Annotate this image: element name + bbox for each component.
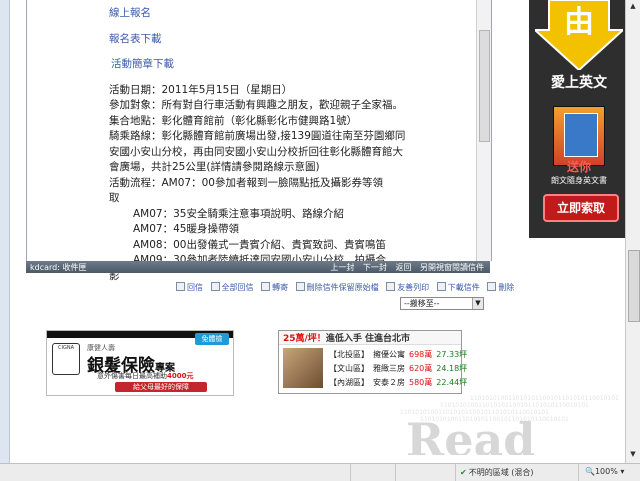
insurance-cta-button[interactable]: 給父母最好的保障: [115, 382, 207, 392]
back-link[interactable]: 返回: [395, 263, 411, 272]
print-button[interactable]: 友善列印: [386, 282, 429, 292]
scroll-up-icon[interactable]: ▲: [628, 2, 638, 12]
mailbox-label: kdcard: 收件匣: [30, 263, 87, 272]
online-signup-link[interactable]: 線上報名: [109, 6, 484, 22]
reply-all-button[interactable]: 全部回信: [210, 282, 254, 292]
side-ad-big-char: 由: [564, 5, 594, 40]
move-to-value: --搬移至--: [404, 299, 440, 308]
route-line-2: 安國小安山分校，再由同安國小安山分校折回往彰化縣體育館大: [109, 145, 403, 158]
book-image: [553, 106, 605, 166]
forward-icon: [261, 282, 271, 291]
mail-action-toolbar: 回信 全部回信 轉寄 刪除信件保留原始檔 友善列印 下載信件 刪除: [176, 282, 514, 293]
real-estate-ad[interactable]: 25萬/坪！進低入手 住進台北市 【北投區】 擁優公寓 698萬 27.33坪 【文山…: [278, 330, 467, 394]
magnifier-icon: 🔍: [585, 467, 595, 476]
reply-all-icon: [210, 282, 220, 291]
listing-row[interactable]: 【北投區】 擁優公寓 698萬 27.33坪: [327, 347, 469, 361]
scroll-down-icon[interactable]: ▼: [628, 450, 638, 460]
reply-button[interactable]: 回信: [176, 282, 203, 292]
listing-row[interactable]: 【文山區】 雅緻三房 620萬 24.18坪: [327, 361, 469, 375]
prev-mail-link[interactable]: 上一封: [330, 263, 354, 272]
delete-icon: [487, 282, 497, 291]
delete-keep-original-button[interactable]: 刪除信件保留原始檔: [295, 282, 379, 292]
meet-place: 集合地點：彰化體育館前（彰化縣彰化市健興路1號）: [109, 114, 358, 127]
side-ad-sub2: 朗文隨身英文書: [551, 176, 607, 185]
cigna-logo: CIGNA: [52, 343, 80, 375]
print-icon: [386, 282, 396, 291]
delete-keep-icon: [295, 282, 305, 291]
page-scroll-thumb[interactable]: [628, 250, 640, 322]
listing-row[interactable]: 【內湖區】 安泰２房 580萬 22.44坪: [327, 375, 469, 389]
english-side-ad[interactable]: 由 愛上英文 送你 朗文隨身英文書 立即索取: [529, 0, 629, 238]
chevron-down-icon[interactable]: ▼: [472, 298, 483, 309]
check-icon: ✔: [460, 468, 467, 477]
real-estate-headline: 25萬/坪！進低入手 住進台北市: [279, 331, 461, 345]
form-download-link[interactable]: 報名表下載: [109, 32, 484, 48]
no-checkup-badge: 免體檢: [195, 333, 229, 345]
mail-scrollbar[interactable]: [476, 0, 491, 261]
participants: 參加對象：所有對自行車活動有興趣之朋友，歡迎親子全家福。: [109, 99, 403, 111]
mail-nav-bar: kdcard: 收件匣 上一封 下一封 返回 另開視窗閱讀信件: [26, 261, 490, 273]
insurance-ad-banner[interactable]: CIGNA 康健人壽 銀髮保險專案 免體檢 意外傷害每日最高補助4000元 給父…: [46, 330, 234, 396]
read-watermark: 110101010011010101100101101010110010101 …: [400, 395, 625, 455]
forward-button[interactable]: 轉寄: [261, 282, 288, 292]
window-left-border: [0, 0, 10, 463]
download-button[interactable]: 下載信件: [436, 282, 480, 292]
house-photo: [283, 348, 323, 388]
status-bar: ✔ 不明的區域 (混合) 🔍100% ▾: [0, 463, 640, 481]
flow-line-1: 活動流程：AM07：00參加者報到一臉隔點抵及攝影券等領: [109, 176, 383, 189]
move-to-select[interactable]: --搬移至-- ▼: [400, 297, 484, 310]
read-word: Read: [406, 413, 536, 455]
zoom-level[interactable]: 🔍100% ▾: [585, 467, 624, 476]
page-scrollbar[interactable]: ▲ ▼: [625, 0, 640, 463]
side-ad-sub1: 送你: [566, 160, 591, 174]
reply-icon: [176, 282, 185, 291]
route-line-1: 騎乘路線：彰化縣體育館前廣場出發,接139圓道往南至芬園鄉同: [109, 130, 406, 142]
insurance-detail: 意外傷害每日最高補助4000元: [97, 372, 194, 380]
schedule-item: AM07：35安全騎乘注意事項說明、路線介紹: [133, 207, 344, 220]
security-zone[interactable]: ✔ 不明的區域 (混合): [460, 467, 534, 478]
open-new-window-link[interactable]: 另開視窗閱讀信件: [420, 263, 484, 272]
mail-scroll-thumb[interactable]: [479, 30, 490, 142]
down-arrow-icon: 由: [535, 0, 623, 70]
schedule-item: AM07：45暖身操帶領: [133, 223, 239, 235]
next-mail-link[interactable]: 下一封: [363, 263, 387, 272]
activity-date: 活動日期：2011年5月15日（星期日）: [109, 83, 293, 96]
flow-line-2: 取: [109, 192, 120, 204]
activity-brief-download-link[interactable]: 活動簡章下載: [109, 57, 484, 73]
mail-body: 線上報名 報名表下載 活動簡章下載 活動日期：2011年5月15日（星期日） 參…: [109, 6, 484, 284]
request-now-button[interactable]: 立即索取: [543, 194, 619, 222]
download-icon: [436, 282, 446, 291]
delete-button[interactable]: 刪除: [487, 282, 514, 292]
listing-table: 【北投區】 擁優公寓 698萬 27.33坪 【文山區】 雅緻三房 620萬 24.18坪 …: [327, 347, 469, 389]
side-ad-headline: 愛上英文: [551, 75, 607, 91]
schedule-item: AM08：00出發儀式一貴賓介紹、貴賓致詞、貴賓鳴笛: [133, 238, 386, 251]
route-line-3: 會廣場，共計25公里(詳情請參閱路線示意圖): [109, 161, 320, 173]
mail-content-frame: 線上報名 報名表下載 活動簡章下載 活動日期：2011年5月15日（星期日） 參…: [26, 0, 492, 282]
